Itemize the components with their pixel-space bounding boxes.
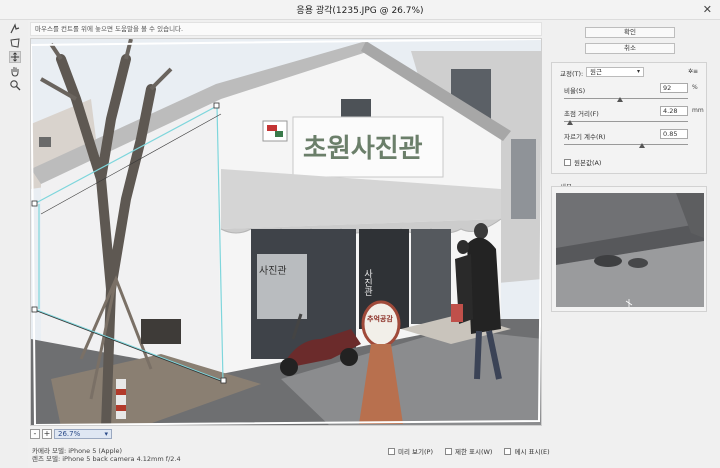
title-bar: 응용 광각(1235.JPG @ 26.7%) ✕ bbox=[0, 0, 720, 20]
show-mesh-label: 메시 표시(E) bbox=[514, 448, 550, 456]
correction-select[interactable]: 원근 ▾ bbox=[586, 67, 644, 77]
constraint-tool-icon[interactable] bbox=[9, 23, 21, 35]
focal-length-label: 초점 거리(F) bbox=[564, 110, 599, 118]
show-constraints-checkbox[interactable]: 제한 표시(W) bbox=[444, 446, 493, 456]
signboard-text: 초원사진관 bbox=[303, 134, 423, 164]
hint-bar: 마우스를 컨트롤 위에 놓으면 도움말을 볼 수 있습니다. bbox=[30, 22, 542, 36]
as-shot-checkbox[interactable]: 원본값(A) bbox=[564, 157, 601, 167]
scale-unit: % bbox=[692, 84, 698, 91]
door-sign-text: 사진관 bbox=[362, 269, 372, 296]
crop-factor-slider[interactable] bbox=[564, 144, 688, 145]
chevron-down-icon: ▾ bbox=[636, 68, 640, 75]
settings-menu-icon[interactable]: ✲≡ bbox=[688, 68, 698, 75]
crop-factor-slider-thumb[interactable] bbox=[639, 143, 646, 148]
tool-strip bbox=[0, 20, 28, 468]
zoom-level-value: 26.7% bbox=[58, 430, 81, 438]
zoom-in-button[interactable]: + bbox=[42, 429, 52, 439]
move-tool-icon[interactable] bbox=[9, 51, 21, 63]
hand-tool-icon[interactable] bbox=[9, 65, 21, 77]
scale-input[interactable]: 92 bbox=[660, 83, 688, 93]
correction-value: 원근 bbox=[590, 68, 602, 76]
checkbox-box[interactable] bbox=[444, 447, 452, 455]
crop-factor-label: 자르기 계수(R) bbox=[564, 133, 606, 141]
scale-label: 비율(S) bbox=[564, 87, 586, 95]
checkbox-box[interactable] bbox=[504, 447, 512, 455]
show-mesh-checkbox[interactable]: 메시 표시(E) bbox=[504, 446, 550, 456]
correction-panel: 교정(T): 원근 ▾ ✲≡ 비율(S) 92 % 초점 거리(F) 4.28 … bbox=[551, 62, 707, 174]
zoom-out-button[interactable]: - bbox=[30, 429, 40, 439]
close-icon[interactable]: ✕ bbox=[703, 3, 712, 16]
crop-factor-input[interactable]: 0.85 bbox=[660, 129, 688, 139]
scale-slider[interactable] bbox=[564, 98, 688, 99]
chevron-down-icon: ▾ bbox=[104, 430, 108, 438]
street-sign-text: 추억공감 bbox=[367, 314, 393, 323]
as-shot-label: 원본값(A) bbox=[574, 159, 602, 167]
focal-length-input[interactable]: 4.28 bbox=[660, 106, 688, 116]
detail-panel bbox=[551, 186, 707, 312]
detail-preview bbox=[556, 193, 704, 307]
window-sign-text: 사진관 bbox=[259, 265, 287, 277]
image-canvas[interactable]: 초원사진관 사진관 사진관 추억공감 bbox=[30, 38, 542, 426]
checkbox-box[interactable] bbox=[564, 158, 571, 166]
focal-length-slider[interactable] bbox=[564, 121, 688, 122]
ok-button[interactable]: 확인 bbox=[585, 27, 675, 38]
show-constraints-label: 제한 표시(W) bbox=[454, 448, 493, 456]
focal-length-slider-thumb[interactable] bbox=[567, 120, 574, 125]
zoom-tool-icon[interactable] bbox=[9, 79, 21, 91]
polygon-constraint-tool-icon[interactable] bbox=[9, 37, 21, 49]
window-title: 응용 광각(1235.JPG @ 26.7%) bbox=[296, 6, 424, 16]
photo-preview: 초원사진관 사진관 사진관 추억공감 bbox=[31, 39, 541, 425]
correction-label: 교정(T): bbox=[560, 70, 584, 78]
scale-slider-thumb[interactable] bbox=[616, 97, 623, 102]
view-options: 미리 보기(P) 제한 표시(W) 메시 표시(E) bbox=[388, 446, 550, 456]
preview-label: 미리 보기(P) bbox=[398, 448, 433, 456]
zoom-level-select[interactable]: 26.7% ▾ bbox=[54, 429, 112, 439]
preview-checkbox[interactable]: 미리 보기(P) bbox=[388, 446, 433, 456]
lens-model: 렌즈 모델: iPhone 5 back camera 4.12mm f/2.4 bbox=[32, 455, 181, 463]
zoom-bar: - + 26.7% ▾ bbox=[30, 428, 542, 440]
checkbox-box[interactable] bbox=[388, 447, 395, 455]
focal-length-unit: mm bbox=[692, 107, 704, 114]
cancel-button[interactable]: 취소 bbox=[585, 43, 675, 54]
